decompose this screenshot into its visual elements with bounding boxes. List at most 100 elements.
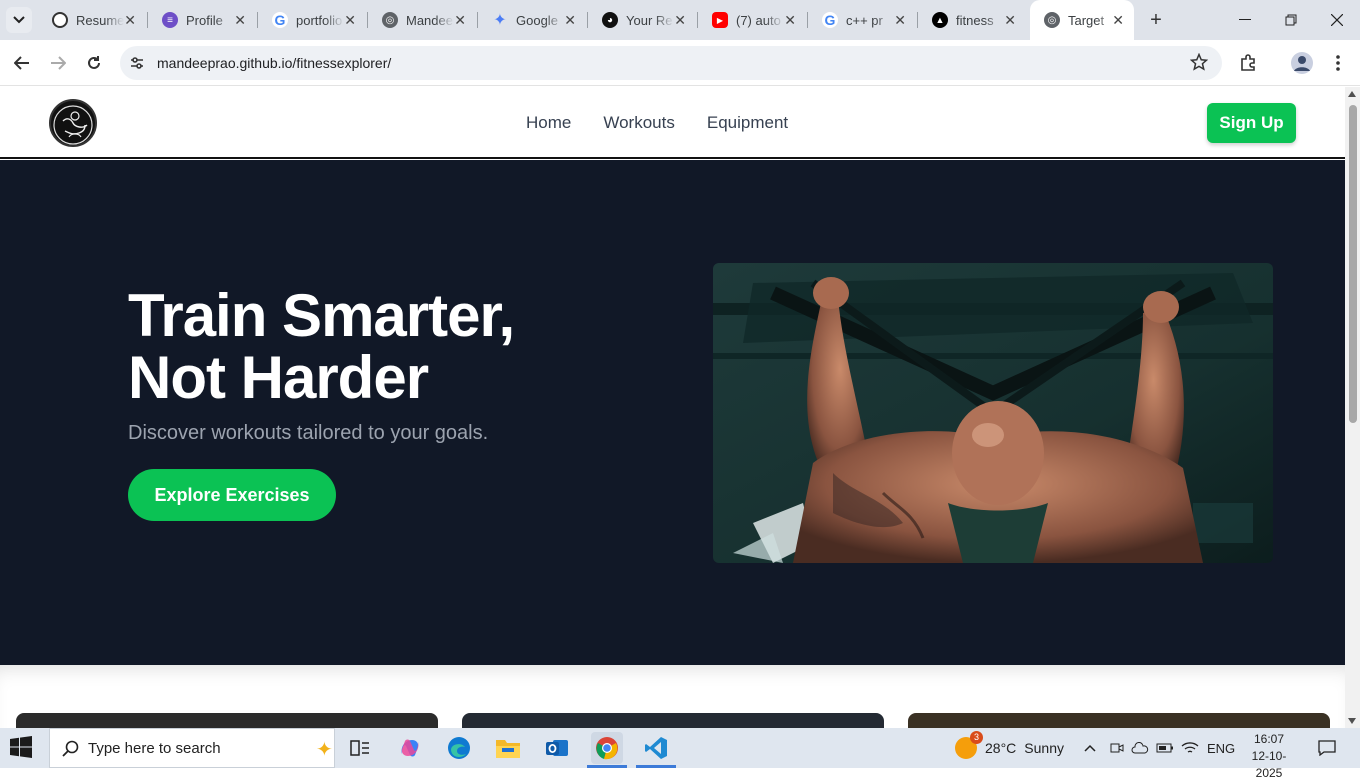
close-icon[interactable]: ✕ [1112, 12, 1124, 29]
notifications-button[interactable] [1318, 728, 1336, 768]
close-icon[interactable]: ✕ [454, 12, 466, 29]
bodybuilder-logo-icon [53, 105, 93, 145]
arrow-left-icon [14, 56, 29, 70]
chevron-down-icon [13, 16, 25, 24]
site-logo[interactable] [49, 99, 97, 147]
tab-target[interactable]: ◎ Target ✕ [1030, 0, 1134, 40]
back-button[interactable] [9, 50, 35, 76]
address-bar[interactable]: mandeeprao.github.io/fitnessexplorer/ [120, 46, 1222, 80]
nav-workouts-link[interactable]: Workouts [603, 113, 675, 133]
language-indicator[interactable]: ENG [1207, 728, 1235, 768]
chevron-up-icon [1084, 744, 1096, 752]
search-icon [62, 740, 79, 757]
file-explorer-app[interactable] [492, 732, 524, 764]
url-text[interactable]: mandeeprao.github.io/fitnessexplorer/ [157, 55, 391, 71]
weather-condition: Sunny [1024, 740, 1064, 756]
close-icon[interactable]: ✕ [674, 12, 686, 29]
openai-icon [52, 12, 68, 28]
windows-logo-icon [10, 736, 32, 758]
tab-mandeep[interactable]: ◎ Mandeep ✕ [368, 0, 476, 40]
onedrive-button[interactable] [1131, 728, 1149, 768]
copilot-app[interactable] [394, 732, 426, 764]
bookmark-star-icon[interactable] [1190, 53, 1208, 71]
site-info-icon[interactable] [128, 54, 146, 72]
folder-icon [496, 740, 520, 758]
tab-youtube[interactable]: ▶ (7) auto ✕ [698, 0, 806, 40]
globe-icon: ◎ [1044, 12, 1060, 28]
close-icon[interactable]: ✕ [234, 12, 246, 29]
nav-home-link[interactable]: Home [526, 113, 571, 133]
github-icon: ◕ [602, 12, 618, 28]
site-header: Home Workouts Equipment Sign Up [0, 87, 1345, 159]
vscode-app[interactable] [636, 732, 676, 768]
minimize-button[interactable] [1222, 0, 1268, 40]
page-scrollbar[interactable] [1345, 87, 1360, 728]
wifi-button[interactable] [1181, 728, 1199, 768]
chrome-app[interactable] [587, 732, 627, 768]
scrollbar-thumb[interactable] [1349, 105, 1357, 423]
browser-menu-button[interactable] [1325, 50, 1351, 76]
google-icon: G [272, 12, 288, 28]
close-icon[interactable]: ✕ [894, 12, 906, 29]
profile-avatar[interactable] [1289, 50, 1315, 76]
workout-card[interactable] [16, 713, 438, 728]
new-tab-button[interactable]: + [1144, 8, 1168, 32]
tab-portfolio[interactable]: G portfolio ✕ [258, 0, 366, 40]
notification-icon [1318, 740, 1336, 756]
meet-now-button[interactable] [1108, 728, 1124, 768]
close-icon[interactable]: ✕ [564, 12, 576, 29]
restore-button[interactable] [1268, 0, 1314, 40]
tab-github[interactable]: ◕ Your Re ✕ [588, 0, 696, 40]
scroll-down-arrow-icon[interactable] [1348, 718, 1356, 724]
hidden-icons-button[interactable] [1084, 728, 1096, 768]
close-icon[interactable]: ✕ [1004, 12, 1016, 29]
reload-icon [88, 56, 100, 69]
close-icon[interactable]: ✕ [784, 12, 796, 29]
youtube-icon: ▶ [712, 12, 728, 28]
scroll-up-arrow-icon[interactable] [1348, 91, 1356, 97]
taskbar-search-box[interactable]: Type here to search ✦ [49, 728, 335, 768]
close-icon [1331, 14, 1343, 26]
workout-card[interactable] [462, 713, 884, 728]
tab-fitness[interactable]: ▲ fitness ✕ [918, 0, 1026, 40]
battery-button[interactable] [1156, 728, 1174, 768]
hero-title-line-2: Not Harder [128, 344, 429, 411]
hero-image [713, 263, 1273, 563]
edge-icon [448, 737, 470, 759]
tab-profile[interactable]: ≡ Profile ✕ [148, 0, 256, 40]
tab-search-button[interactable] [6, 7, 32, 33]
close-icon[interactable]: ✕ [344, 12, 356, 29]
taskbar-search-placeholder: Type here to search [88, 739, 221, 757]
tab-google[interactable]: ✦ Google ✕ [478, 0, 586, 40]
task-view-icon [350, 740, 369, 756]
task-view-button[interactable] [344, 732, 376, 764]
edge-app[interactable] [443, 732, 475, 764]
page-viewport: Home Workouts Equipment Sign Up Train Sm… [0, 87, 1345, 728]
restore-icon [1285, 14, 1297, 26]
battery-icon [1156, 743, 1173, 753]
tab-strip: Resume ✕ ≡ Profile ✕ G portfolio ✕ ◎ Man… [0, 0, 1360, 40]
extensions-button[interactable] [1235, 50, 1261, 76]
reload-button[interactable] [81, 50, 107, 76]
search-highlight-icon: ✦ [316, 739, 333, 761]
globe-icon: ◎ [382, 12, 398, 28]
chrome-icon [596, 737, 618, 760]
forward-button[interactable] [45, 50, 71, 76]
workout-card[interactable] [908, 713, 1330, 728]
nav-equipment-link[interactable]: Equipment [707, 113, 788, 133]
taskbar-clock[interactable]: 16:07 12-10-2025 [1240, 731, 1298, 782]
hero-title: Train Smarter, Not Harder [128, 285, 648, 409]
tab-cpp[interactable]: G c++ pr ✕ [808, 0, 916, 40]
main-nav: Home Workouts Equipment [526, 113, 788, 133]
start-button[interactable] [10, 736, 34, 760]
tab-resume[interactable]: Resume ✕ [38, 0, 146, 40]
close-window-button[interactable] [1314, 0, 1360, 40]
clock-date: 12-10-2025 [1251, 749, 1287, 780]
wifi-icon [1181, 742, 1199, 753]
outlook-app[interactable] [541, 732, 573, 764]
sign-up-button[interactable]: Sign Up [1207, 103, 1296, 143]
browser-toolbar: mandeeprao.github.io/fitnessexplorer/ [0, 40, 1360, 86]
explore-exercises-button[interactable]: Explore Exercises [128, 469, 336, 521]
weather-widget[interactable]: 3 28°C Sunny [955, 728, 1064, 768]
close-icon[interactable]: ✕ [124, 12, 136, 29]
